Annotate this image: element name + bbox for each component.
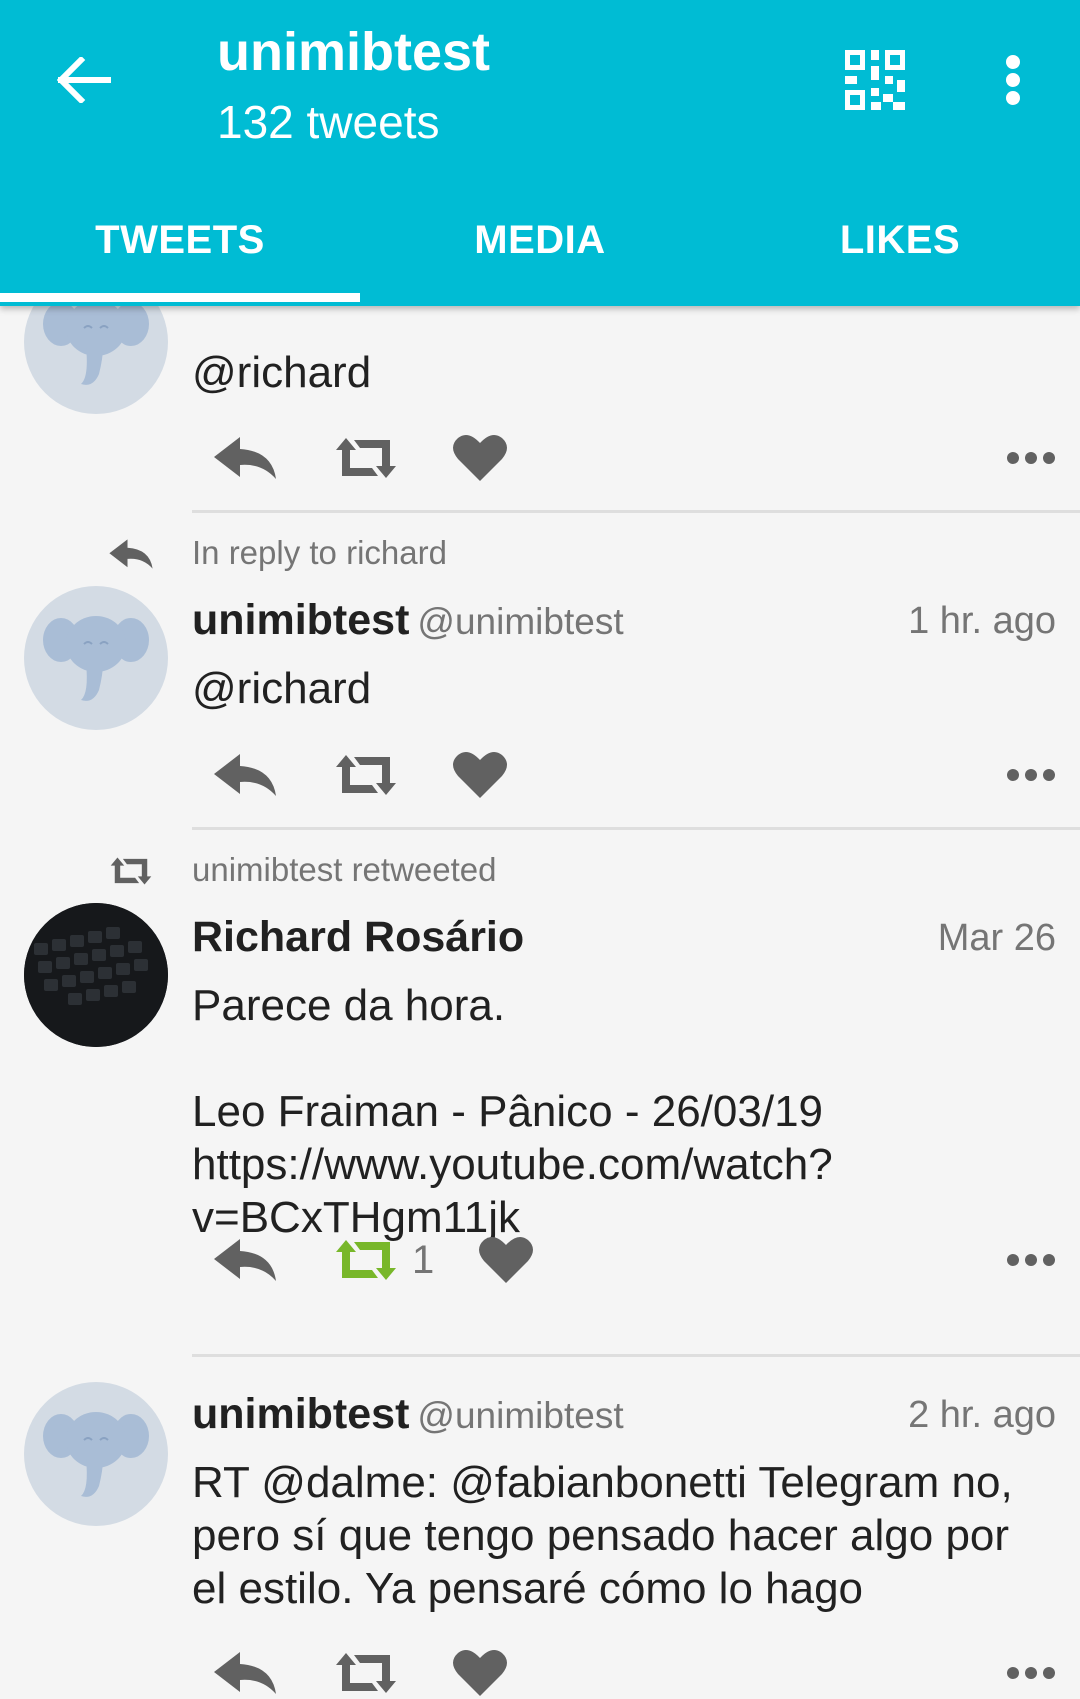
qr-code-button[interactable] [843,48,907,112]
more-horiz-icon [1007,1667,1055,1679]
keyboard-photo [24,903,168,1047]
tweet-text: RT @dalme: @fabianbonetti Telegram no, p… [192,1458,1025,1613]
tweet-time: Mar 26 [937,917,1056,959]
back-button[interactable] [52,48,116,112]
retweet-context-icon [110,857,152,885]
avatar[interactable] [24,586,168,730]
app-bar: unimibtest 132 tweets TWEETS MEDIA LIKES [0,0,1080,306]
reply-icon [214,437,276,479]
tweet-actions [192,1633,1056,1699]
tweet-text: Parece da hora. Leo Fraiman - Pânico - 2… [192,981,833,1242]
reply-context-label: In reply to richard [192,534,447,571]
divider [192,510,1080,513]
reply-button[interactable] [212,1633,278,1699]
more-options-button[interactable] [1006,735,1056,815]
reply-context-icon [109,539,153,569]
reply-icon [214,1652,276,1694]
more-options-button[interactable] [1006,1220,1056,1300]
retweet-button[interactable] [332,735,400,815]
tweet-text: @richard [192,664,372,713]
avatar[interactable] [24,1382,168,1526]
reply-icon [214,1239,276,1281]
elephant-avatar-icon [43,616,149,701]
heart-icon [479,1236,533,1283]
retweet-button[interactable] [332,418,400,498]
tab-tweets[interactable]: TWEETS [0,180,360,300]
retweet-icon [336,438,396,478]
tweet-item[interactable]: In reply to richard unimibtest @unimibtes… [0,520,1080,830]
tweet-item[interactable]: unimibtest @unimibtest 2 hr. ago RT @dalm… [0,1360,1080,1699]
profile-title: unimibtest [217,22,491,82]
divider [192,1354,1080,1357]
heart-icon [453,751,507,798]
tweet-header: Richard Rosário Mar 26 [192,913,1056,969]
tab-likes[interactable]: LIKES [720,180,1080,300]
tab-media[interactable]: MEDIA [360,180,720,300]
heart-icon [453,434,507,481]
retweet-icon [336,755,396,795]
qr-code-icon [845,50,905,110]
tweet-header: unimibtest @unimibtest 2 hr. ago [192,1390,1056,1446]
user-name[interactable]: unimibtest [192,596,409,644]
more-horiz-icon [1007,452,1055,464]
overflow-menu-button[interactable] [988,48,1038,112]
more-options-button[interactable] [1006,418,1056,498]
like-button[interactable] [478,1220,534,1300]
divider [192,827,1080,830]
tweet-time: 2 hr. ago [908,1394,1056,1436]
more-horiz-icon [1007,1254,1055,1266]
avatar[interactable] [24,903,168,1047]
retweet-icon [336,1653,396,1693]
more-horiz-icon [1007,769,1055,781]
tweet-text: @richard [192,348,372,397]
heart-icon [453,1649,507,1696]
user-name[interactable]: unimibtest [192,1390,409,1438]
more-vert-icon [1006,55,1020,105]
reply-button[interactable] [212,735,278,815]
tab-indicator [0,293,360,302]
elephant-avatar-icon [43,300,149,385]
user-handle: @unimibtest [417,1395,624,1436]
tweet-count: 132 tweets [217,96,440,148]
retweet-count: 1 [412,1237,435,1282]
tweet-actions [192,418,1056,498]
more-options-button[interactable] [1006,1633,1056,1699]
tweet-item[interactable]: unimibtest retweeted Richard Rosário Mar… [0,837,1080,1359]
arrow-left-icon [57,57,111,103]
like-button[interactable] [452,735,508,815]
retweet-context-label: unimibtest retweeted [192,851,497,888]
reply-icon [214,754,276,796]
like-button[interactable] [452,1633,508,1699]
reply-button[interactable] [212,1220,278,1300]
reply-button[interactable] [212,418,278,498]
retweet-icon [336,1240,396,1280]
retweet-button[interactable] [332,1633,400,1699]
tweet-header: unimibtest @unimibtest 1 hr. ago [192,596,1056,652]
retweet-button[interactable]: 1 [332,1220,434,1300]
elephant-avatar-icon [43,1412,149,1497]
user-name[interactable]: Richard Rosário [192,913,524,961]
tweet-actions: 1 [192,1220,1056,1300]
tweet-time: 1 hr. ago [908,600,1056,642]
tweet-actions [192,735,1056,815]
like-button[interactable] [452,418,508,498]
user-handle: @unimibtest [417,601,624,642]
profile-tabs: TWEETS MEDIA LIKES [0,180,1080,300]
